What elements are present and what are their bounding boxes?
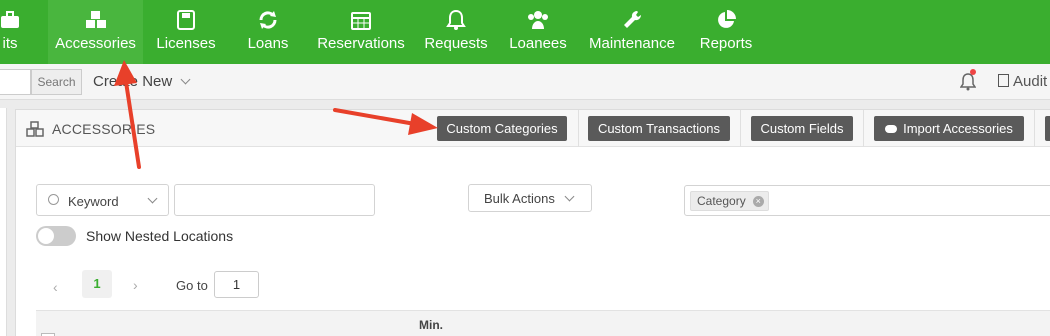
- divider: [863, 110, 864, 147]
- custom-fields-button[interactable]: Custom Fields: [751, 116, 853, 141]
- top-navigation: its Accessories Licenses Loans Reservati…: [0, 0, 1050, 64]
- nav-label: Accessories: [55, 35, 136, 52]
- nav-label: Reservations: [317, 35, 405, 52]
- nav-item-loanees[interactable]: Loanees: [504, 0, 572, 64]
- secondary-toolbar: Search Create New Audit: [0, 64, 1050, 100]
- audit-link[interactable]: Audit: [998, 73, 1047, 90]
- create-new-label: Create New: [93, 73, 173, 90]
- left-sidebar-edge: [0, 108, 7, 336]
- nav-label: Maintenance: [589, 35, 675, 52]
- chevron-down-icon: [564, 191, 575, 202]
- divider: [578, 110, 579, 147]
- wrench-icon: [624, 10, 642, 29]
- keyword-label: Keyword: [68, 194, 119, 209]
- chevron-right-icon[interactable]: ›: [133, 277, 138, 293]
- import-accessories-button[interactable]: Import Accessories: [874, 116, 1024, 141]
- floppy-disk-icon: [177, 10, 195, 30]
- nav-item-kits[interactable]: its: [0, 0, 40, 64]
- search-icon: [48, 194, 59, 205]
- audit-label: Audit: [1013, 73, 1048, 90]
- notification-dot: [970, 69, 976, 75]
- nav-item-requests[interactable]: Requests: [420, 0, 492, 64]
- import-accessories-label: Import Accessories: [903, 121, 1013, 136]
- nav-label: Loanees: [509, 35, 567, 52]
- calendar-icon: [351, 12, 371, 30]
- category-filter[interactable]: Category ×: [684, 185, 1050, 216]
- cubes-icon: [26, 121, 44, 137]
- nav-label: Reports: [699, 35, 753, 52]
- keyword-search-input[interactable]: [174, 184, 375, 216]
- notifications-bell-icon[interactable]: [960, 73, 976, 91]
- table-header: Min.: [36, 310, 1050, 336]
- chevron-left-icon[interactable]: ‹: [53, 279, 58, 295]
- cubes-icon: [85, 11, 106, 28]
- document-icon: [998, 74, 1009, 87]
- refresh-icon: [259, 11, 277, 29]
- bulk-actions-label: Bulk Actions: [484, 191, 555, 206]
- divider: [1034, 110, 1035, 147]
- category-tag[interactable]: Category ×: [690, 191, 769, 211]
- nested-locations-label: Show Nested Locations: [86, 228, 234, 244]
- goto-page-input[interactable]: 1: [214, 271, 259, 298]
- accessories-panel: ACCESSORIES Custom Categories Custom Tra…: [15, 109, 1050, 336]
- chevron-down-icon: [147, 193, 158, 204]
- nav-item-reports[interactable]: Reports: [694, 0, 758, 64]
- search-button[interactable]: Search: [31, 69, 82, 95]
- nav-item-loans[interactable]: Loans: [240, 0, 296, 64]
- pie-chart-icon: [718, 10, 736, 28]
- nav-label: Licenses: [156, 35, 216, 52]
- column-header-min[interactable]: Min.: [419, 318, 443, 332]
- nav-item-accessories[interactable]: Accessories: [48, 0, 143, 64]
- nested-locations-toggle[interactable]: [36, 226, 76, 246]
- nav-label: its: [2, 35, 18, 52]
- bulk-actions-dropdown[interactable]: Bulk Actions: [468, 184, 592, 212]
- close-icon[interactable]: ×: [752, 196, 764, 207]
- search-input[interactable]: [0, 69, 31, 95]
- divider: [740, 110, 741, 147]
- nav-label: Loans: [247, 35, 289, 52]
- create-new-dropdown[interactable]: Create New: [93, 73, 191, 90]
- current-page[interactable]: 1: [82, 270, 112, 298]
- toggle-knob: [38, 228, 54, 244]
- panel-title: ACCESSORIES: [52, 121, 156, 137]
- keyword-select[interactable]: Keyword: [36, 184, 169, 216]
- briefcase-icon: [1, 11, 19, 28]
- nav-item-reservations[interactable]: Reservations: [312, 0, 410, 64]
- cloud-upload-icon: [885, 125, 898, 133]
- nav-item-maintenance[interactable]: Maintenance: [584, 0, 680, 64]
- more-button[interactable]: [1045, 116, 1050, 141]
- bell-icon: [446, 10, 466, 30]
- custom-categories-button[interactable]: Custom Categories: [437, 116, 567, 141]
- panel-header: ACCESSORIES Custom Categories Custom Tra…: [16, 110, 1050, 147]
- category-tag-label: Category: [697, 194, 746, 208]
- custom-transactions-button[interactable]: Custom Transactions: [588, 116, 730, 141]
- chevron-down-icon: [180, 74, 191, 85]
- goto-label: Go to: [176, 278, 208, 293]
- nav-label: Requests: [424, 35, 488, 52]
- users-icon: [528, 11, 548, 29]
- nav-item-licenses[interactable]: Licenses: [150, 0, 222, 64]
